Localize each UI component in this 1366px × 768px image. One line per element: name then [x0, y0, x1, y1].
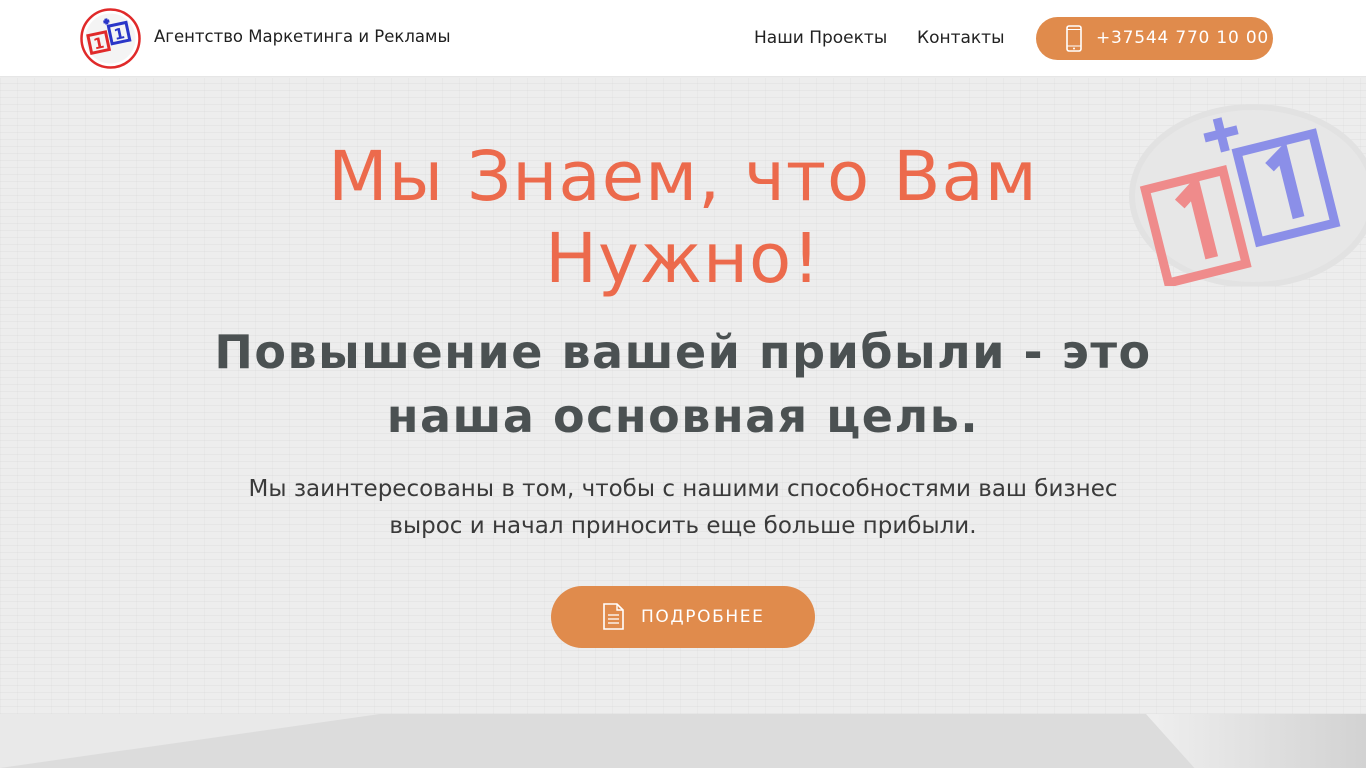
phone-number: +37544 770 10 00	[1096, 28, 1270, 48]
site-header: 1 1 Агентство Маркетинга и Рекламы Наши …	[0, 0, 1366, 77]
phone-button[interactable]: +37544 770 10 00	[1036, 17, 1273, 60]
nav-projects-link[interactable]: Наши Проекты	[754, 28, 887, 48]
hero-lead-text: Мы заинтересованы в том, чтобы с нашими …	[248, 476, 1118, 539]
logo[interactable]: 1 1	[80, 8, 141, 69]
brand-name[interactable]: Агентство Маркетинга и Рекламы	[154, 27, 451, 46]
hero-section: Мы Знаем, что Вам Нужно! Повышение вашей…	[0, 78, 1366, 714]
next-section-edge	[0, 714, 1366, 768]
document-icon	[603, 603, 624, 630]
hero-subtitle: Повышение вашей прибыли - это наша основ…	[214, 325, 1152, 443]
more-button-label: ПОДРОБНЕЕ	[641, 607, 765, 627]
more-button[interactable]: ПОДРОБНЕЕ	[551, 586, 815, 648]
decor-shape-left	[0, 714, 380, 768]
decor-shape-right	[1146, 714, 1366, 768]
logo-icon: 1 1	[80, 8, 141, 69]
hero-title: Мы Знаем, что Вам Нужно!	[328, 137, 1038, 299]
phone-icon	[1066, 25, 1082, 52]
nav-contacts-link[interactable]: Контакты	[917, 28, 1005, 48]
